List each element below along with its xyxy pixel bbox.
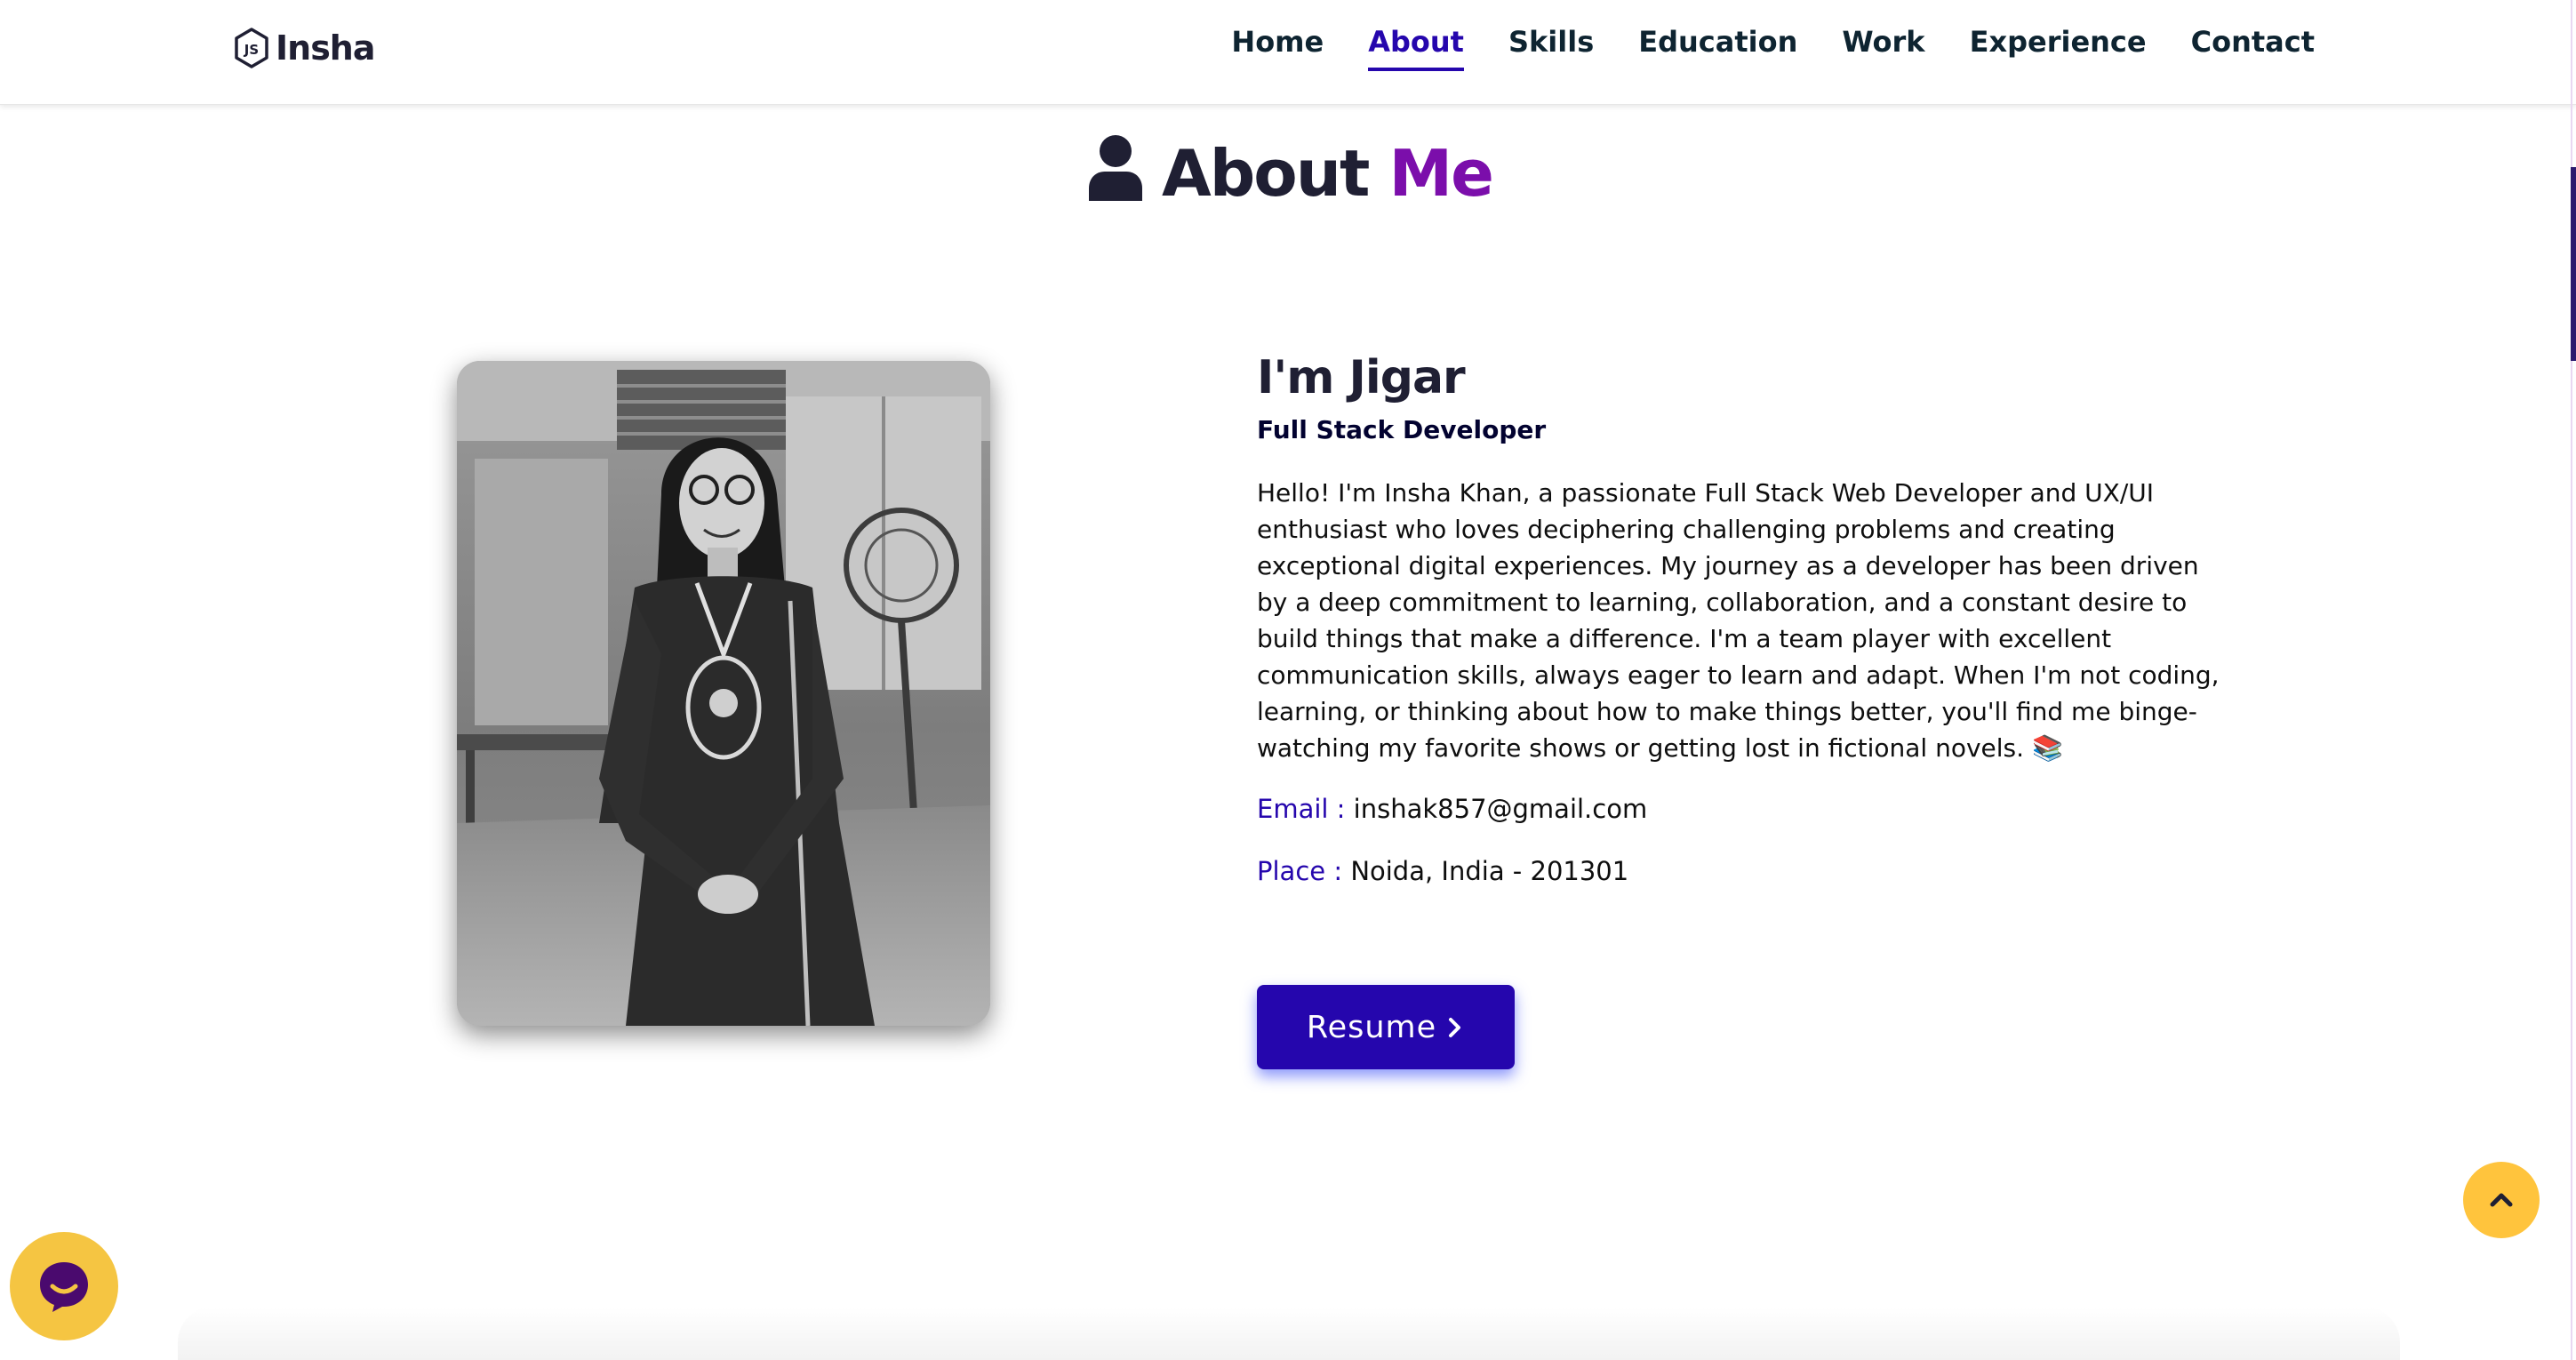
name-title: I'm Jigar — [1257, 351, 1466, 404]
brand-logo[interactable]: JS Insha — [233, 21, 376, 75]
chevron-right-icon — [1449, 1017, 1461, 1037]
bio-text: Hello! I'm Insha Khan, a passionate Full… — [1257, 478, 2220, 763]
navbar: JS Insha Home About Skills Education Wor… — [0, 0, 2576, 105]
nav-link-experience[interactable]: Experience — [1970, 25, 2147, 71]
nav-link-work[interactable]: Work — [1842, 25, 1924, 71]
resume-button-label: Resume — [1306, 1009, 1437, 1045]
profile-photo — [457, 361, 990, 1026]
place-value: Noida, India - 201301 — [1350, 856, 1629, 886]
nav-link-about[interactable]: About — [1368, 25, 1464, 71]
role-title: Full Stack Developer — [1257, 415, 1547, 444]
resume-button[interactable]: Resume — [1257, 985, 1515, 1069]
chevron-up-icon — [2490, 1193, 2513, 1207]
email-value: inshak857@gmail.com — [1353, 794, 1648, 824]
heading-accent: Me — [1388, 136, 1494, 211]
email-line: Email : inshak857@gmail.com — [1257, 791, 2235, 827]
heading-main: About — [1162, 136, 1370, 211]
nodejs-hexagon-icon: JS — [235, 28, 268, 68]
brand-name: Insha — [276, 28, 376, 68]
nav-link-education[interactable]: Education — [1638, 25, 1797, 71]
chat-widget-button[interactable] — [10, 1232, 118, 1340]
place-line: Place : Noida, India - 201301 — [1257, 853, 2235, 889]
profile-photo-image — [457, 361, 990, 1026]
scroll-top-button[interactable] — [2463, 1162, 2540, 1238]
nav-menu: Home About Skills Education Work Experie… — [1231, 25, 2315, 71]
email-label: Email : — [1257, 794, 1346, 824]
about-content: I'm Jigar Full Stack Developer Hello! I'… — [1257, 347, 2235, 889]
scrollbar-thumb[interactable] — [2571, 167, 2576, 361]
nav-link-home[interactable]: Home — [1231, 25, 1324, 71]
place-label: Place : — [1257, 856, 1343, 886]
svg-text:JS: JS — [244, 42, 259, 58]
user-icon — [1089, 135, 1143, 201]
chat-bubble-icon — [40, 1262, 88, 1312]
nav-link-skills[interactable]: Skills — [1508, 25, 1594, 71]
nav-link-contact[interactable]: Contact — [2191, 25, 2315, 71]
next-section-edge — [178, 1307, 2400, 1360]
section-heading: About Me — [0, 133, 2576, 211]
